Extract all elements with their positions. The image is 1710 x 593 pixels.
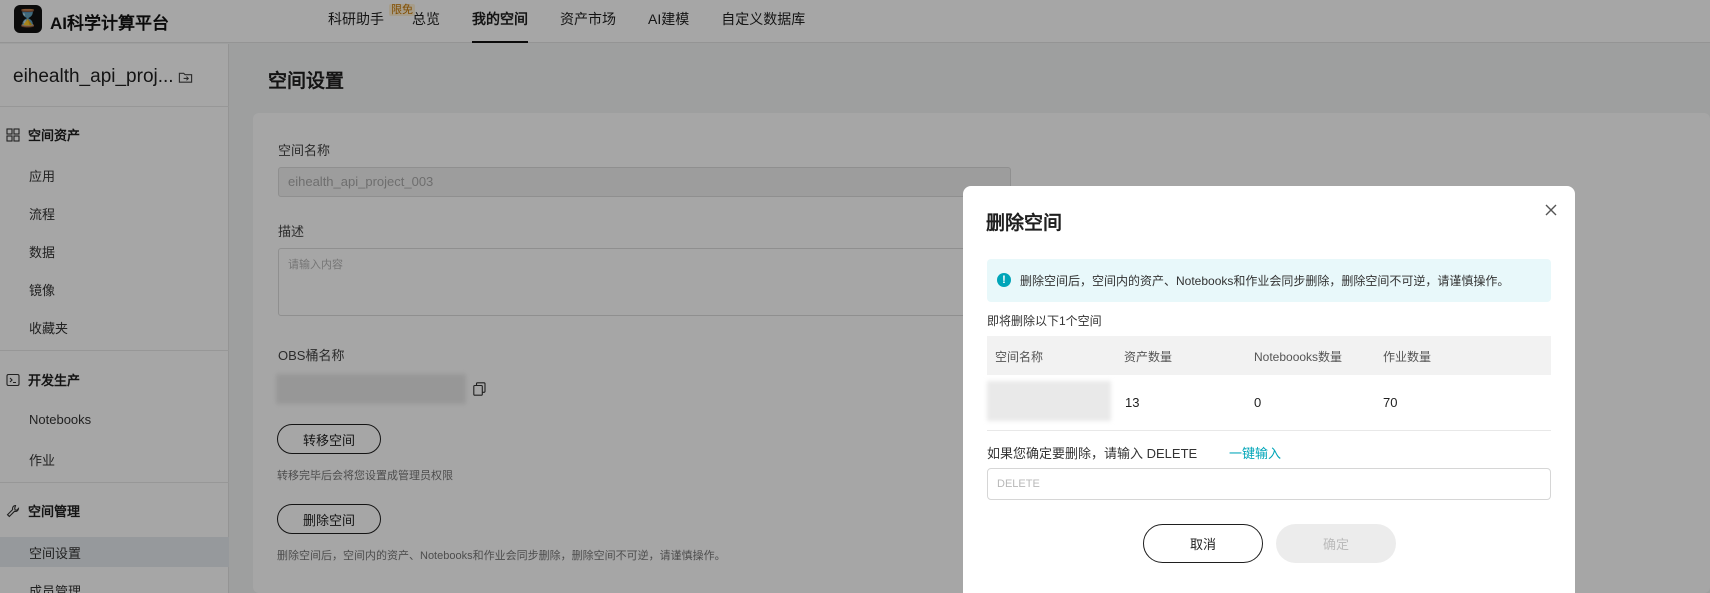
dialog-title: 删除空间 (986, 213, 1063, 234)
column-header-asset-count: 资产数量 (1124, 350, 1173, 364)
warning-alert: ! 删除空间后，空间内的资产、Notebooks和作业会同步删除，删除空间不可逆… (987, 259, 1551, 302)
delete-confirm-input[interactable]: DELETE (987, 468, 1551, 500)
column-header-space-name: 空间名称 (995, 350, 1044, 364)
close-icon[interactable] (1543, 202, 1559, 218)
confirm-prompt: 如果您确定要删除，请输入 DELETE (987, 446, 1198, 461)
asset-count-cell: 13 (1125, 395, 1140, 410)
cancel-button[interactable]: 取消 (1143, 524, 1263, 563)
delete-space-dialog: 删除空间 ! 删除空间后，空间内的资产、Notebooks和作业会同步删除，删除… (963, 186, 1575, 593)
confirm-button[interactable]: 确定 (1276, 524, 1396, 563)
column-header-notebooks-count: Noteboooks数量 (1254, 350, 1343, 364)
dialog-subtitle: 即将删除以下1个空间 (987, 314, 1102, 328)
space-name-redacted (987, 381, 1111, 421)
job-count-cell: 70 (1383, 395, 1398, 410)
column-header-job-count: 作业数量 (1383, 350, 1432, 364)
quick-input-link[interactable]: 一键输入 (1229, 443, 1281, 462)
notebooks-count-cell: 0 (1254, 395, 1262, 410)
table-row: 13 0 70 (987, 375, 1551, 431)
table-header: 空间名称 资产数量 Noteboooks数量 作业数量 (987, 336, 1551, 375)
info-icon: ! (997, 273, 1011, 287)
alert-text: 删除空间后，空间内的资产、Notebooks和作业会同步删除，删除空间不可逆，请… (1020, 274, 1510, 288)
